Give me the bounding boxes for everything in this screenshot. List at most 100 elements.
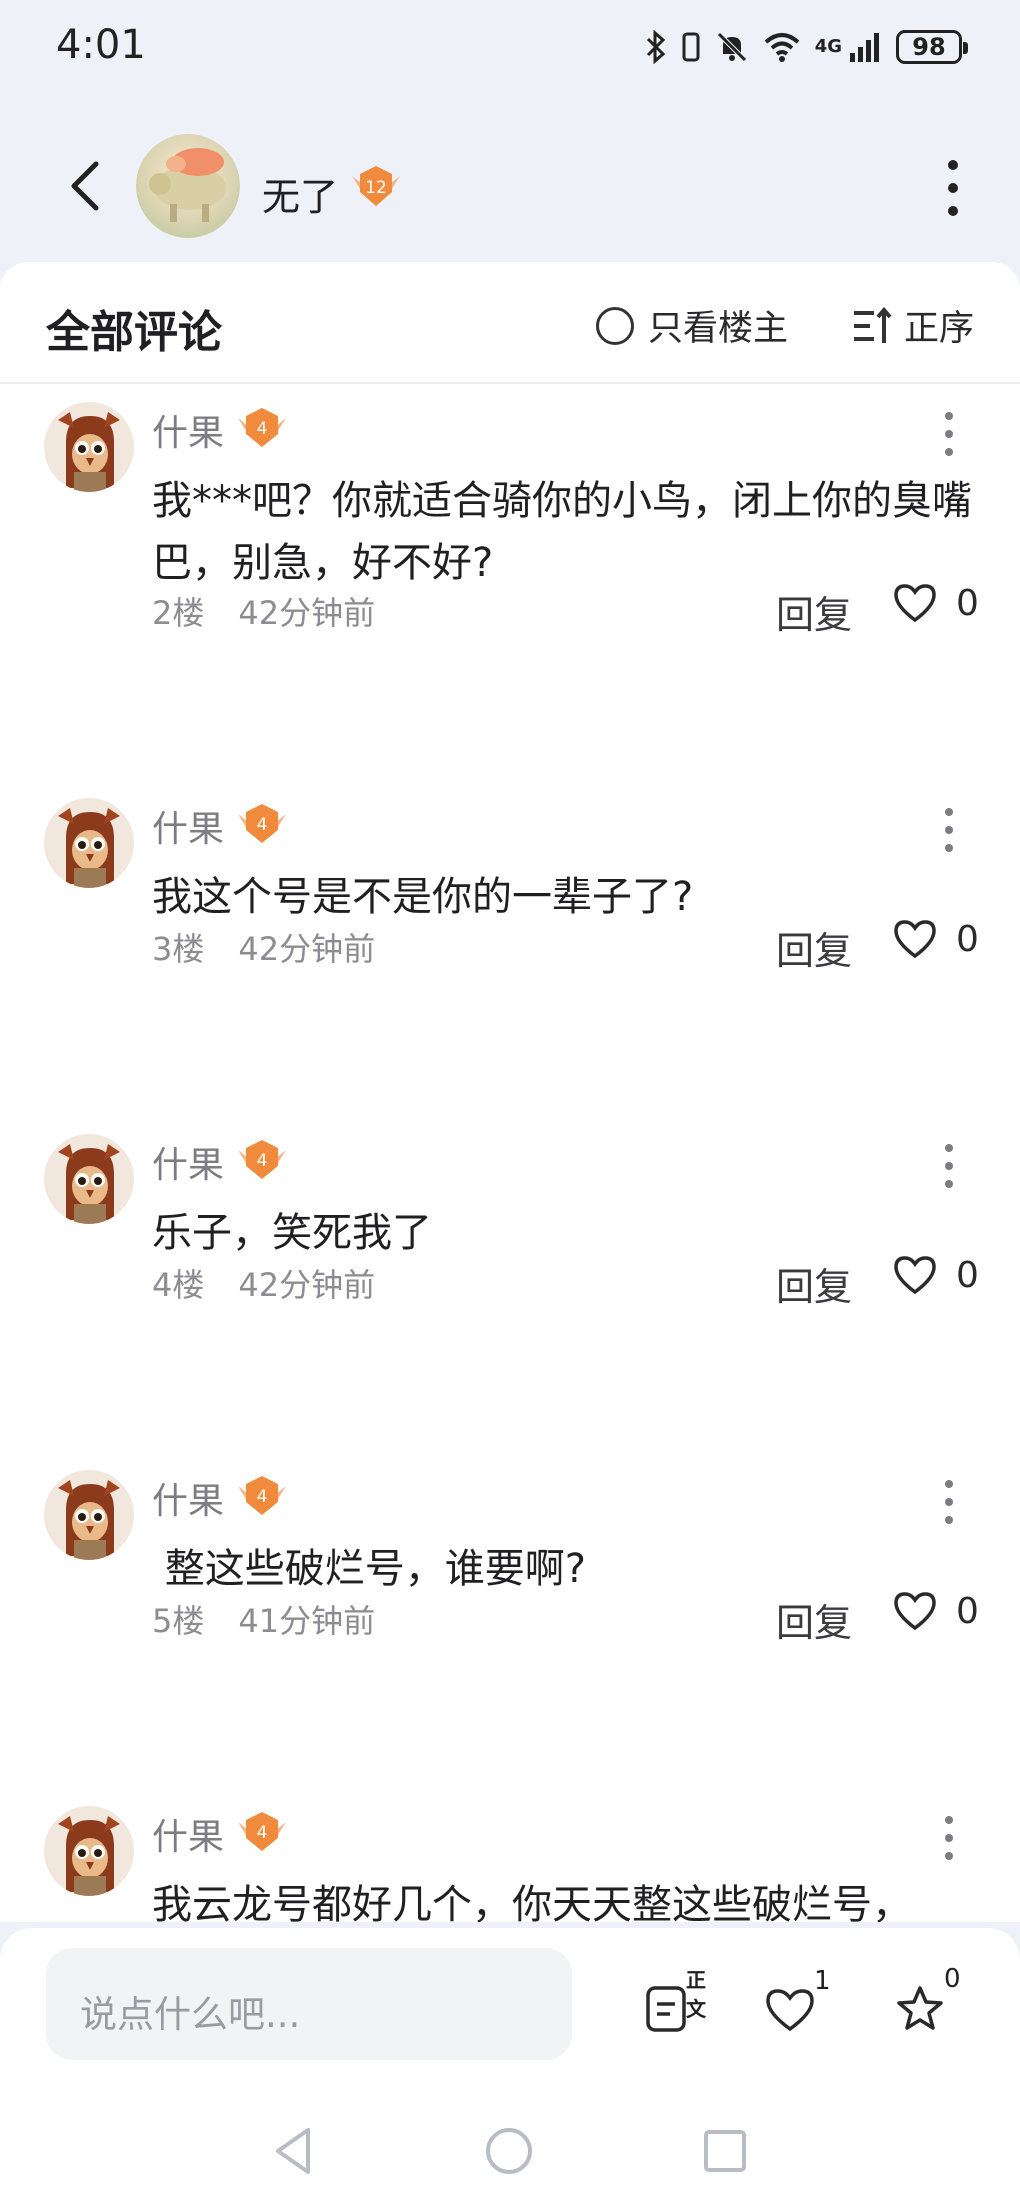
- heart-icon: [894, 1592, 936, 1631]
- reply-button[interactable]: 回复: [776, 1592, 852, 1647]
- only-owner-label: 只看楼主: [648, 309, 789, 349]
- comment-text: 整这些破烂号，谁要啊?: [152, 1546, 586, 1592]
- comment-input[interactable]: 说点什么吧...: [46, 1948, 572, 2060]
- comment-time: 42分钟前: [238, 594, 376, 632]
- level-badge-icon: 12: [352, 166, 400, 206]
- sort-order-button[interactable]: 正序: [852, 300, 974, 351]
- comment-time: 42分钟前: [238, 930, 376, 968]
- owl-avatar-image: [58, 1480, 120, 1560]
- level-badge-icon: 4: [238, 1476, 286, 1515]
- signal-icon: [850, 33, 879, 62]
- comment-item: 什果 4 我***吧？你就适合骑你的小鸟，闭上你的臭嘴巴，别急，好不好? 2楼 4…: [0, 402, 1020, 738]
- comment-item: 什果 4 整这些破烂号，谁要啊? 5楼 41分钟前 回复 0: [0, 1470, 1020, 1806]
- comment-more-button[interactable]: [942, 808, 956, 852]
- comment-username[interactable]: 什果: [152, 1472, 224, 1524]
- owner-name[interactable]: 无了: [262, 166, 338, 221]
- user-avatar[interactable]: [44, 1806, 134, 1896]
- reply-button[interactable]: 回复: [776, 920, 852, 975]
- owl-avatar-image: [58, 808, 120, 888]
- reply-button[interactable]: 回复: [776, 1256, 852, 1311]
- status-bar: 4:01 4G 98: [0, 0, 1020, 100]
- user-level-badge: 4: [234, 404, 290, 454]
- level-badge-icon: 4: [238, 1140, 286, 1179]
- like-button[interactable]: 0: [892, 1254, 979, 1296]
- sort-icon: [854, 306, 892, 343]
- like-count: 0: [956, 582, 979, 624]
- like-button[interactable]: 0: [892, 582, 979, 624]
- user-level-text: 4: [257, 815, 268, 835]
- bottom-action-bar: 说点什么吧... 正文 1 0: [0, 1928, 1020, 2210]
- owl-avatar-image: [58, 1144, 120, 1224]
- network-type: 4G: [814, 36, 842, 57]
- back-button[interactable]: [54, 156, 114, 216]
- user-level-text: 4: [257, 1487, 268, 1507]
- comments-toolbar: 全部评论 只看楼主 正序: [0, 262, 1020, 384]
- level-badge-icon: 4: [238, 408, 286, 447]
- comment-username[interactable]: 什果: [152, 800, 224, 852]
- user-avatar[interactable]: [44, 798, 134, 888]
- owner-level-badge: 12: [348, 162, 404, 214]
- mute-bell-icon: [716, 32, 747, 62]
- comment-time: 42分钟前: [238, 1266, 376, 1304]
- comment-more-button[interactable]: [942, 1144, 956, 1188]
- like-count: 0: [956, 1590, 979, 1632]
- nav-recents-icon: [704, 2130, 746, 2172]
- battery-indicator: 98: [896, 30, 968, 64]
- more-options-button[interactable]: [938, 160, 968, 216]
- comment-floor: 3楼: [152, 930, 205, 968]
- comment-meta: 3楼 42分钟前: [152, 924, 375, 970]
- comment-username[interactable]: 什果: [152, 404, 224, 456]
- favorite-button[interactable]: 0: [894, 1964, 961, 2038]
- like-count: 0: [956, 918, 979, 960]
- level-badge-icon: 4: [238, 804, 286, 843]
- status-time: 4:01: [56, 22, 146, 68]
- comment-meta: 2楼 42分钟前: [152, 588, 375, 634]
- level-badge-icon: 4: [238, 1812, 286, 1851]
- comments-title: 全部评论: [46, 307, 222, 358]
- nav-back-button[interactable]: [268, 2124, 318, 2178]
- user-avatar[interactable]: [44, 402, 134, 492]
- nav-home-icon: [486, 2128, 532, 2174]
- star-icon: [897, 1986, 943, 2030]
- user-level-badge: 4: [234, 1472, 290, 1522]
- like-count: 0: [956, 1254, 979, 1296]
- heart-icon: [894, 584, 936, 623]
- owl-avatar-image: [58, 412, 120, 492]
- owner-level-text: 12: [365, 178, 387, 198]
- owner-avatar[interactable]: [136, 134, 240, 238]
- document-icon: [646, 1986, 686, 2032]
- like-post-button[interactable]: 1: [764, 1966, 831, 2038]
- comment-floor: 2楼: [152, 594, 205, 632]
- like-button[interactable]: 0: [892, 918, 979, 960]
- only-owner-toggle[interactable]: 只看楼主: [596, 300, 788, 351]
- user-avatar[interactable]: [44, 1134, 134, 1224]
- post-content-label: 正文: [686, 1968, 706, 2021]
- nav-recents-button[interactable]: [702, 2128, 748, 2174]
- nav-back-icon: [276, 2128, 310, 2174]
- favorite-count: 0: [944, 1964, 961, 1994]
- owl-avatar-image: [58, 1816, 120, 1896]
- comment-username[interactable]: 什果: [152, 1808, 224, 1860]
- comment-floor: 4楼: [152, 1266, 205, 1304]
- reply-button[interactable]: 回复: [776, 584, 852, 639]
- comment-more-button[interactable]: [942, 1480, 956, 1524]
- back-arrow-icon: [71, 161, 99, 211]
- comment-username[interactable]: 什果: [152, 1136, 224, 1188]
- nav-home-button[interactable]: [484, 2126, 534, 2176]
- comment-item: 什果 4 乐子，笑死我了 4楼 42分钟前 回复 0: [0, 1134, 1020, 1470]
- user-avatar[interactable]: [44, 1470, 134, 1560]
- user-level-text: 4: [257, 1823, 268, 1843]
- comment-more-button[interactable]: [942, 412, 956, 456]
- post-content-button[interactable]: 正文: [640, 1968, 706, 2038]
- comment-more-button[interactable]: [942, 1816, 956, 1860]
- user-level-text: 4: [257, 1151, 268, 1171]
- post-like-count: 1: [814, 1966, 831, 1996]
- comments-card: 全部评论 只看楼主 正序 什果 4 我***吧？你就适合骑你的小鸟，闭上你的臭嘴…: [0, 262, 1020, 1922]
- user-level-badge: 4: [234, 1808, 290, 1858]
- wifi-icon: [764, 33, 800, 62]
- post-header: 无了 12: [0, 110, 1020, 260]
- comment-floor: 5楼: [152, 1602, 205, 1640]
- comment-meta: 5楼 41分钟前: [152, 1596, 375, 1642]
- vibrate-icon: [682, 32, 700, 62]
- like-button[interactable]: 0: [892, 1590, 979, 1632]
